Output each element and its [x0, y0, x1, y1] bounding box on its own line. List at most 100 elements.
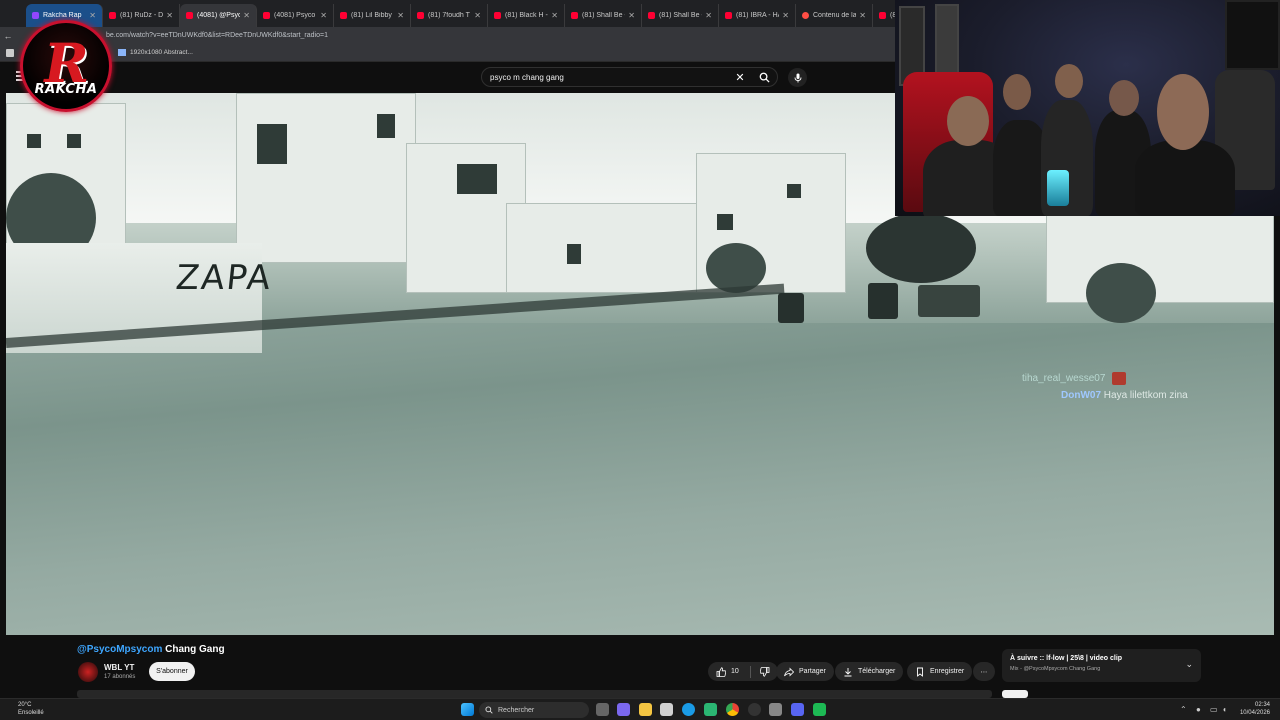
video-building — [506, 203, 706, 293]
youtube-favicon-icon — [725, 12, 732, 19]
guest-head — [1109, 80, 1139, 116]
browser-tab[interactable]: (81) Shall Be - ✕ — [565, 4, 642, 27]
title-handle-link[interactable]: @PsycoMpsycom — [77, 644, 162, 655]
up-next-card[interactable]: À suivre :: ǀf-low | 25\8 | video clip M… — [1002, 649, 1201, 682]
close-tab-icon[interactable]: ✕ — [243, 11, 250, 20]
taskbar-search-placeholder: Rechercher — [498, 706, 535, 714]
search-query: psyco m chang gang — [490, 72, 564, 82]
settings-gear-icon[interactable] — [769, 703, 782, 716]
video-building — [236, 93, 416, 263]
close-tab-icon[interactable]: ✕ — [628, 11, 635, 20]
youtube-favicon-icon — [340, 12, 347, 19]
youtube-favicon-icon — [186, 12, 193, 19]
close-tab-icon[interactable]: ✕ — [782, 11, 789, 20]
weather-condition: Ensoleillé — [18, 710, 44, 716]
close-tab-icon[interactable]: ✕ — [397, 11, 404, 20]
close-tab-icon[interactable]: ✕ — [166, 11, 173, 20]
search-icon[interactable] — [751, 67, 777, 87]
browser-tab[interactable]: Contenu de la ✕ — [796, 4, 873, 27]
logo-letter: R — [37, 30, 95, 95]
video-motorbike — [868, 283, 898, 319]
edge-icon[interactable] — [682, 703, 695, 716]
tab-title: (81) Shall Be - — [582, 12, 626, 19]
network-icon[interactable]: ▭ — [1210, 705, 1218, 714]
share-label: Partager — [799, 668, 826, 675]
browser-tab[interactable]: (81) RuDz - Do ✕ — [103, 4, 180, 27]
youtube-favicon-icon — [494, 12, 501, 19]
browser-tab[interactable]: (81) l✕ — [873, 4, 895, 27]
task-view-icon[interactable] — [596, 703, 609, 716]
video-road — [6, 323, 1274, 635]
channel-avatar[interactable] — [78, 662, 98, 682]
bookmark-icon — [917, 667, 923, 677]
volume-icon[interactable]: ◖ — [1222, 705, 1227, 714]
tray-chevron-up-icon[interactable]: ⌃ — [1180, 705, 1187, 714]
chevron-down-icon[interactable]: ⌄ — [1185, 659, 1193, 670]
more-actions-button[interactable]: ⋯ — [973, 662, 995, 681]
browser-tab[interactable]: (81) Black H - L✕ — [488, 4, 565, 27]
thumbs-down-icon[interactable] — [759, 666, 770, 677]
discord-icon[interactable] — [791, 703, 804, 716]
tab-title: Rakcha Rap — [43, 12, 82, 19]
taskbar-search[interactable]: Rechercher — [479, 702, 589, 718]
search-input[interactable]: psyco m chang gang ✕ — [481, 67, 778, 87]
save-button[interactable]: Enregistrer — [907, 662, 973, 681]
chat-emote-icon — [1112, 372, 1127, 385]
tab-title: (81) IBRA - HA — [736, 12, 780, 19]
wall-poster — [1225, 0, 1280, 70]
system-clock[interactable]: 02:34 10/04/2026 — [1240, 701, 1270, 717]
like-button[interactable]: 10 — [708, 662, 778, 681]
tab-title: (4081) Psyco m — [274, 12, 317, 19]
address-bar[interactable]: ← be.com/watch?v=eeTDnUWKdf0&list=RDeeTD… — [0, 27, 895, 44]
close-tab-icon[interactable]: ✕ — [89, 11, 96, 20]
youtube-favicon-icon — [109, 12, 116, 19]
weather-temp: 20°C — [18, 702, 32, 708]
close-tab-icon[interactable]: ✕ — [859, 11, 866, 20]
close-tab-icon[interactable]: ✕ — [705, 11, 712, 20]
close-tab-icon[interactable]: ✕ — [551, 11, 558, 20]
channel-name[interactable]: WBL YT — [104, 663, 134, 672]
browser-tab[interactable]: (81) Shall Be - T✕ — [642, 4, 719, 27]
bookmark-folder-icon[interactable] — [6, 48, 14, 57]
back-arrow-icon[interactable]: ← — [0, 31, 16, 41]
up-next-subtitle: Mix - @PsycoMpsycom Chang Gang — [1010, 666, 1101, 672]
bookmark-item[interactable]: 1920x1080 Abstract... — [118, 49, 193, 56]
image-icon — [118, 49, 126, 56]
tab-title: (4081) @Psyco — [197, 12, 240, 19]
video-graffiti: ZAPA — [173, 258, 275, 298]
close-tab-icon[interactable]: ✕ — [474, 11, 481, 20]
save-label: Enregistrer — [930, 668, 965, 675]
video-info: @PsycoMpsycom Chang Gang WBL YT 17 abonn… — [0, 635, 1280, 698]
host-body — [1135, 140, 1235, 216]
windows-start-icon[interactable] — [461, 703, 474, 716]
subscribe-button[interactable]: S'abonner — [149, 662, 195, 681]
tab-title: (81) 7foudh T — [428, 12, 470, 19]
clear-search-icon[interactable]: ✕ — [729, 71, 751, 84]
browser-tab[interactable]: (4081) @Psyco✕ — [180, 4, 257, 27]
chat-message: tiha_real_wesse07 — [1022, 372, 1127, 385]
teams-icon[interactable] — [617, 703, 630, 716]
app-icon[interactable] — [813, 703, 826, 716]
chat-username: tiha_real_wesse07 — [1022, 373, 1106, 385]
weather-widget[interactable]: 20°C Ensoleillé — [18, 701, 44, 717]
store-icon[interactable] — [660, 703, 673, 716]
video-car — [918, 285, 980, 317]
guest-head — [1055, 64, 1083, 98]
browser-tab[interactable]: (81) IBRA - HA ✕ — [719, 4, 796, 27]
video-title: @PsycoMpsycom Chang Gang — [77, 644, 225, 655]
app-icon[interactable] — [704, 703, 717, 716]
microphone-icon[interactable] — [788, 68, 807, 87]
share-button[interactable]: Partager — [776, 662, 834, 681]
url-text[interactable]: be.com/watch?v=eeTDnUWKdf0&list=RDeeTDnU… — [106, 32, 328, 39]
video-tree — [1086, 263, 1156, 323]
mic-tray-icon[interactable]: ● — [1196, 705, 1201, 714]
chrome-icon[interactable] — [726, 703, 739, 716]
download-button[interactable]: Télécharger — [835, 662, 904, 681]
obs-icon[interactable] — [748, 703, 761, 716]
browser-tab[interactable]: (81) Lil Bibby F ✕ — [334, 4, 411, 27]
youtube-favicon-icon — [879, 12, 886, 19]
file-explorer-icon[interactable] — [639, 703, 652, 716]
browser-tab[interactable]: (81) 7foudh T ✕ — [411, 4, 488, 27]
browser-tab[interactable]: (4081) Psyco m✕ — [257, 4, 334, 27]
close-tab-icon[interactable]: ✕ — [320, 11, 327, 20]
